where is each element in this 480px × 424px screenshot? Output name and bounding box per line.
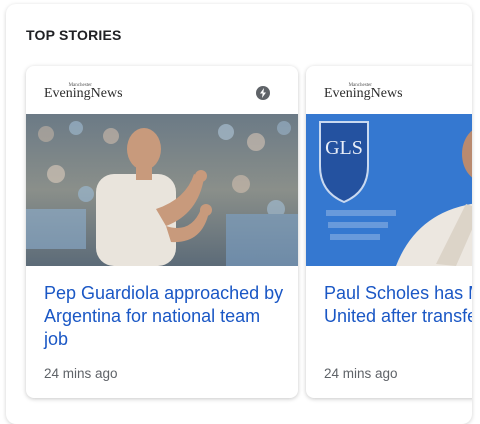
story-headline[interactable]: Paul Scholes has Manchester United after… [324,282,472,328]
story-thumbnail[interactable] [26,114,298,266]
story-card[interactable]: Manchester EveningNews Pep Guardiola app… [26,66,298,398]
story-timestamp: 24 mins ago [44,366,118,381]
publisher-name: EveningNews [44,86,123,101]
story-thumbnail[interactable]: GLS [306,114,472,266]
publisher-logo: Manchester EveningNews [44,83,123,101]
amp-lightning-icon [256,86,270,100]
stadium-photo [26,114,298,266]
publisher-name: EveningNews [324,86,403,101]
press-conference-photo: GLS [306,114,472,266]
story-timestamp: 24 mins ago [324,366,398,381]
publisher-logo: Manchester EveningNews [324,83,403,101]
sign-text: GLS [325,137,363,159]
story-headline[interactable]: Pep Guardiola approached by Argentina fo… [44,282,284,351]
section-title: TOP STORIES [26,27,122,43]
story-card[interactable]: Manchester EveningNews GLS Paul Scholes … [306,66,472,398]
top-stories-panel: TOP STORIES Manchester EveningNews Pep G… [6,4,472,424]
